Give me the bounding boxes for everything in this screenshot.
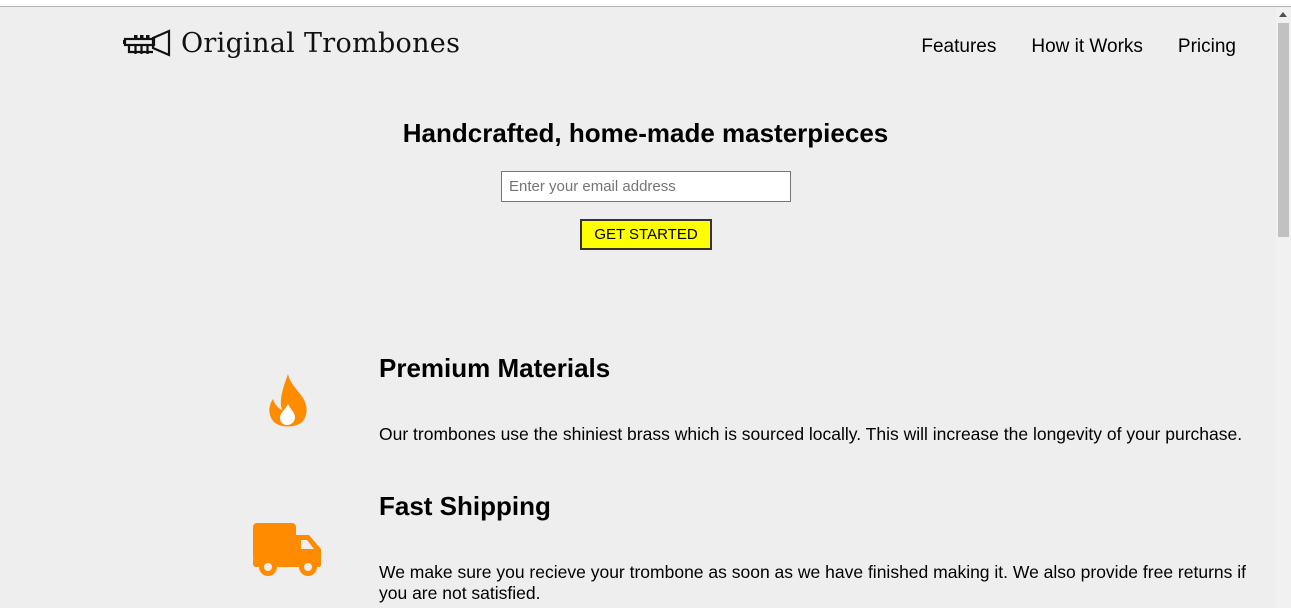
main-nav: Features How it Works Pricing bbox=[886, 35, 1236, 59]
nav-link-how-it-works[interactable]: How it Works bbox=[1031, 35, 1143, 59]
feature-description: We make sure you recieve your trombone a… bbox=[379, 562, 1246, 603]
feature-title: Fast Shipping bbox=[379, 491, 551, 521]
brand-name: Original Trombones bbox=[181, 28, 461, 59]
nav-link-pricing[interactable]: Pricing bbox=[1178, 35, 1236, 59]
feature-description: Our trombones use the shiniest brass whi… bbox=[379, 424, 1243, 444]
brand-logo[interactable]: Original Trombones bbox=[123, 27, 460, 61]
email-input[interactable] bbox=[501, 171, 791, 202]
page: Original Trombones Features How it Works… bbox=[0, 7, 1276, 608]
fire-icon bbox=[266, 372, 310, 435]
vertical-scrollbar[interactable] bbox=[1276, 8, 1291, 608]
hero-title: Handcrafted, home-made masterpieces bbox=[402, 118, 889, 148]
truck-icon bbox=[253, 521, 323, 584]
scroll-thumb[interactable] bbox=[1278, 23, 1289, 237]
feature-title: Premium Materials bbox=[379, 353, 611, 383]
scroll-up-arrow-icon[interactable] bbox=[1279, 12, 1287, 17]
browser-top-edge bbox=[0, 0, 1291, 7]
nav-link-features[interactable]: Features bbox=[921, 35, 996, 59]
trumpet-logo-icon bbox=[123, 28, 171, 60]
get-started-button[interactable]: GET STARTED bbox=[580, 219, 712, 250]
